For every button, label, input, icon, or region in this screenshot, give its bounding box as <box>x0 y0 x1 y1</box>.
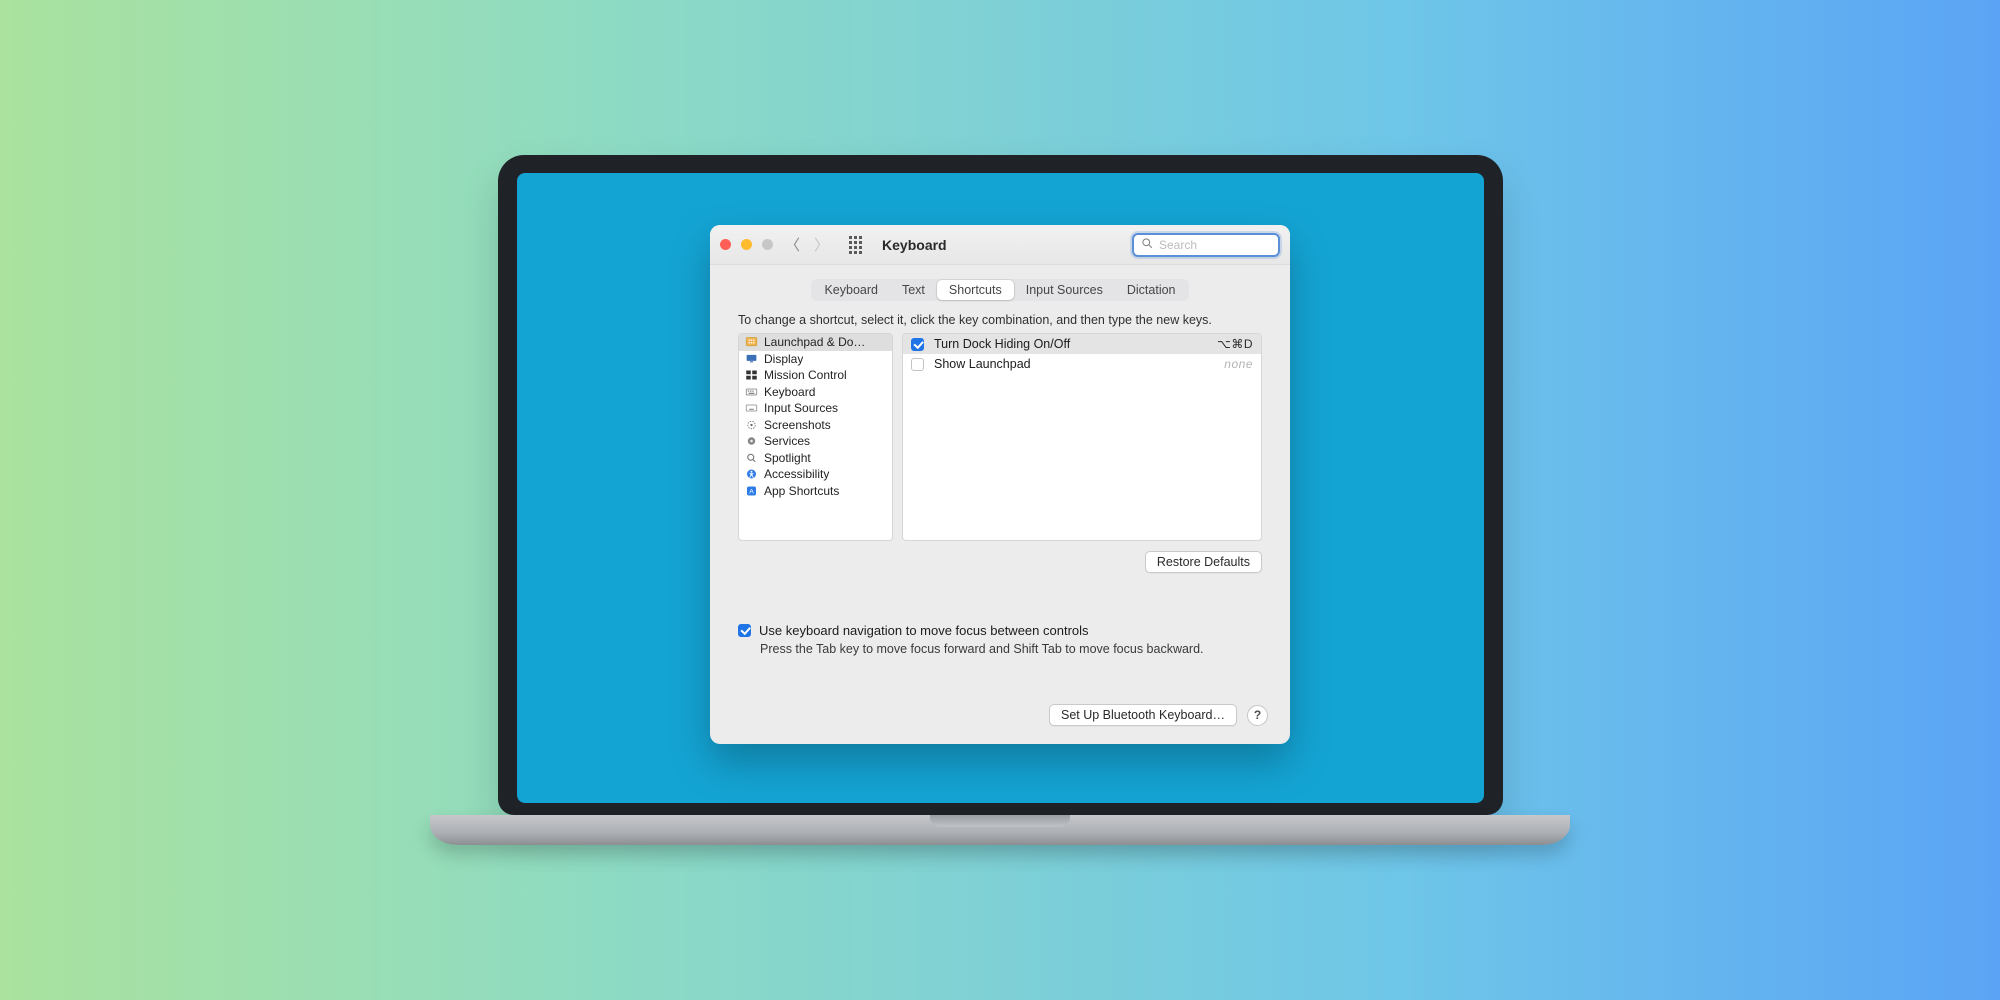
mission-control-icon <box>744 369 758 382</box>
laptop-mock: 〈 〉 Keyboard Key <box>498 155 1503 845</box>
tab-dictation[interactable]: Dictation <box>1115 280 1188 300</box>
category-services[interactable]: Services <box>739 433 892 450</box>
category-label: Mission Control <box>764 368 847 382</box>
shortcut-checkbox[interactable] <box>911 358 924 371</box>
setup-bluetooth-keyboard-button[interactable]: Set Up Bluetooth Keyboard… <box>1049 704 1237 726</box>
tab-text[interactable]: Text <box>890 280 937 300</box>
category-label: App Shortcuts <box>764 484 839 498</box>
desktop: 〈 〉 Keyboard Key <box>517 173 1484 803</box>
tab-keyboard[interactable]: Keyboard <box>812 280 890 300</box>
input-sources-icon <box>744 402 758 415</box>
keyboard-preferences-window: 〈 〉 Keyboard Key <box>710 225 1290 744</box>
category-keyboard[interactable]: Keyboard <box>739 384 892 401</box>
svg-text:A: A <box>749 488 754 495</box>
shortcut-key[interactable]: ⌥⌘D <box>1217 337 1253 351</box>
restore-defaults-button[interactable]: Restore Defaults <box>1145 551 1262 573</box>
category-label: Spotlight <box>764 451 811 465</box>
shortcut-label: Turn Dock Hiding On/Off <box>934 337 1070 351</box>
category-label: Services <box>764 434 810 448</box>
window-title: Keyboard <box>882 237 947 253</box>
shortcut-list[interactable]: Turn Dock Hiding On/Off ⌥⌘D Show Launchp… <box>902 333 1262 541</box>
category-label: Launchpad & Do… <box>764 335 865 349</box>
keyboard-icon <box>744 385 758 398</box>
shortcut-label: Show Launchpad <box>934 357 1031 371</box>
back-button[interactable]: 〈 <box>783 234 802 255</box>
category-accessibility[interactable]: Accessibility <box>739 466 892 483</box>
laptop-lid: 〈 〉 Keyboard Key <box>498 155 1503 815</box>
zoom-traffic-light[interactable] <box>762 239 773 250</box>
shortcut-row-dock-hiding[interactable]: Turn Dock Hiding On/Off ⌥⌘D <box>903 334 1261 354</box>
laptop-notch <box>953 155 1048 170</box>
accessibility-icon <box>744 468 758 481</box>
category-label: Keyboard <box>764 385 815 399</box>
instruction-text: To change a shortcut, select it, click t… <box>710 311 1290 333</box>
tab-input-sources[interactable]: Input Sources <box>1014 280 1115 300</box>
tab-bar: Keyboard Text Shortcuts Input Sources Di… <box>710 265 1290 311</box>
spotlight-icon <box>744 451 758 464</box>
category-input-sources[interactable]: Input Sources <box>739 400 892 417</box>
show-all-icon[interactable] <box>849 236 862 254</box>
services-icon <box>744 435 758 448</box>
category-label: Accessibility <box>764 467 829 481</box>
category-launchpad-dock[interactable]: Launchpad & Do… <box>739 334 892 351</box>
display-icon <box>744 352 758 365</box>
minimize-traffic-light[interactable] <box>741 239 752 250</box>
shortcut-key[interactable]: none <box>1224 357 1253 371</box>
shortcut-checkbox[interactable] <box>911 338 924 351</box>
category-app-shortcuts[interactable]: A App Shortcuts <box>739 483 892 500</box>
window-titlebar: 〈 〉 Keyboard <box>710 225 1290 265</box>
category-list[interactable]: Launchpad & Do… Display Mission Control <box>738 333 893 541</box>
search-field-wrap[interactable] <box>1132 233 1280 257</box>
search-icon <box>1141 237 1153 252</box>
forward-button[interactable]: 〉 <box>812 234 831 255</box>
app-shortcuts-icon: A <box>744 484 758 497</box>
screenshots-icon <box>744 418 758 431</box>
keyboard-nav-checkbox[interactable] <box>738 624 751 637</box>
shortcut-row-show-launchpad[interactable]: Show Launchpad none <box>903 354 1261 374</box>
category-spotlight[interactable]: Spotlight <box>739 450 892 467</box>
category-screenshots[interactable]: Screenshots <box>739 417 892 434</box>
help-button[interactable]: ? <box>1247 705 1268 726</box>
laptop-base <box>430 815 1570 845</box>
search-input[interactable] <box>1159 238 1271 252</box>
category-display[interactable]: Display <box>739 351 892 368</box>
category-label: Input Sources <box>764 401 838 415</box>
category-mission-control[interactable]: Mission Control <box>739 367 892 384</box>
category-label: Screenshots <box>764 418 831 432</box>
close-traffic-light[interactable] <box>720 239 731 250</box>
category-label: Display <box>764 352 803 366</box>
tab-shortcuts[interactable]: Shortcuts <box>937 280 1014 300</box>
launchpad-icon <box>744 336 758 349</box>
keyboard-nav-hint: Press the Tab key to move focus forward … <box>710 640 1290 656</box>
keyboard-nav-label: Use keyboard navigation to move focus be… <box>759 623 1089 638</box>
